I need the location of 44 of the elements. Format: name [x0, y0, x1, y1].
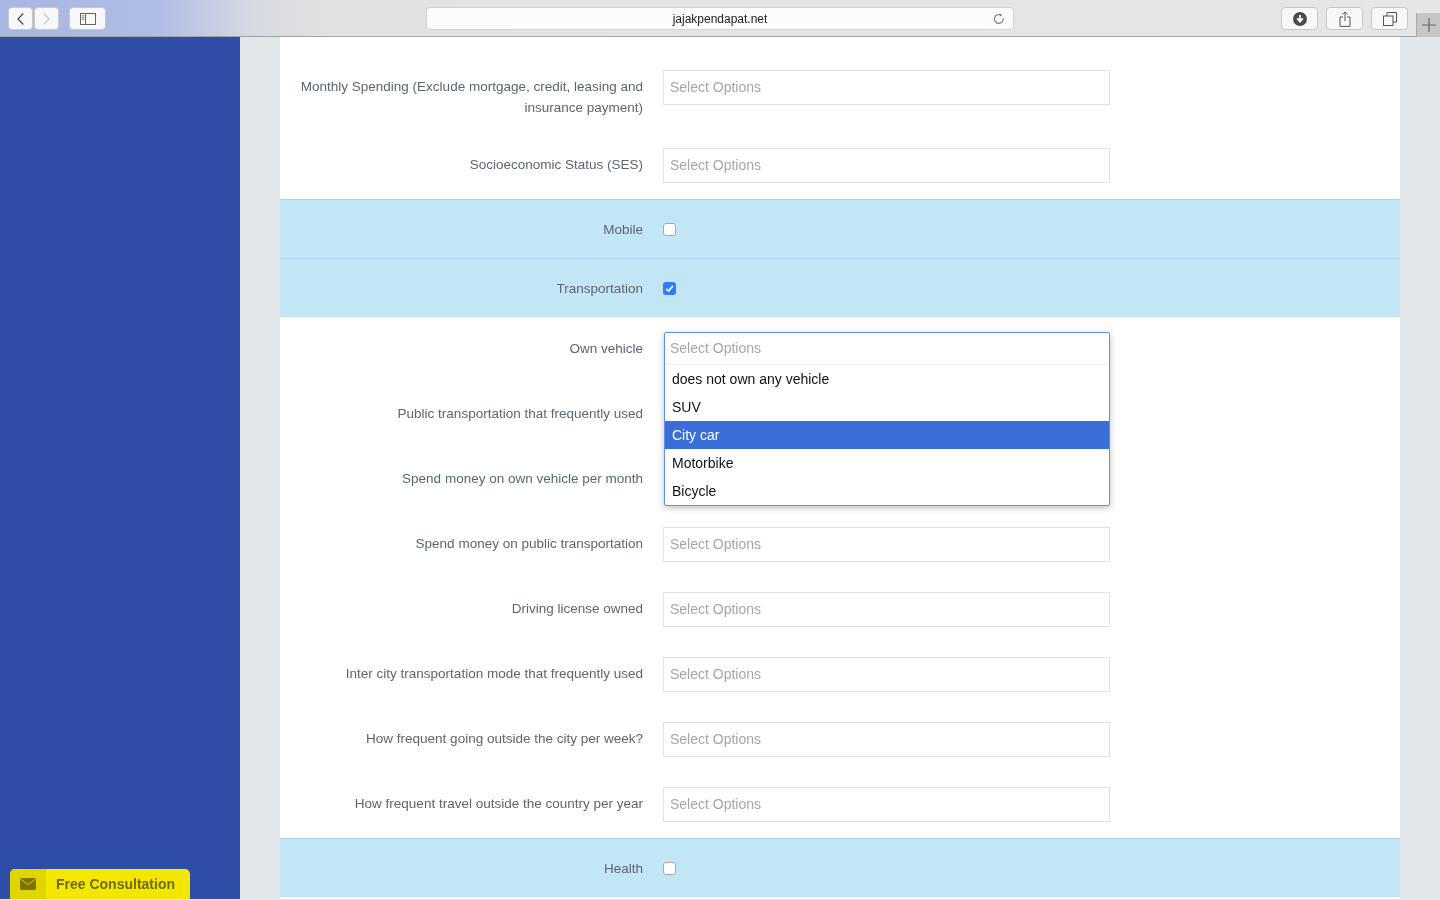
field-label: Spend money on public transportation	[415, 535, 643, 553]
field-label: Socioeconomic Status (SES)	[469, 156, 643, 174]
field-label: How frequent travel outside the country per year	[354, 795, 643, 813]
category-label: Mobile	[603, 220, 643, 239]
field-label: Inter city transportation mode that frequently used	[345, 665, 643, 683]
plus-icon	[1421, 18, 1436, 32]
select-field[interactable]: Select Options	[663, 70, 1110, 105]
select-field[interactable]: Select Options	[663, 592, 1110, 627]
field-label: Driving license owned	[511, 600, 643, 618]
new-tab-button[interactable]	[1416, 13, 1440, 37]
category-label: Health	[603, 859, 643, 878]
sidebar-toggle-button[interactable]	[69, 7, 106, 30]
download-button[interactable]	[1281, 7, 1318, 30]
download-icon	[1292, 11, 1307, 26]
select-field[interactable]: Select Options	[663, 787, 1110, 822]
field-label: Public transportation that frequently used	[397, 405, 643, 423]
select-field[interactable]: Select Options	[665, 333, 1109, 365]
tabs-button[interactable]	[1371, 7, 1408, 30]
field-label: Monthly Spending (Exclude mortgage, credit, leasing and insurance payment)	[299, 78, 643, 117]
free-consultation-button[interactable]: Free Consultation	[10, 869, 190, 899]
select-field[interactable]: Select Options	[663, 527, 1110, 562]
field-label: How frequent going outside the city per week?	[366, 730, 643, 748]
checkbox[interactable]	[663, 281, 676, 295]
category-label: Transportation	[556, 279, 643, 298]
share-button[interactable]	[1326, 7, 1363, 30]
back-button[interactable]	[8, 7, 33, 30]
field-label: Own vehicle	[569, 340, 643, 358]
dropdown-option[interactable]: Bicycle	[665, 477, 1109, 505]
envelope-icon	[10, 869, 46, 899]
select-field[interactable]: Select Options	[663, 722, 1110, 757]
select-field[interactable]: Select Options	[663, 657, 1110, 692]
field-label: Spend money on own vehicle per month	[402, 470, 643, 488]
address-bar[interactable]: jajakpendapat.net	[426, 7, 1014, 30]
checkbox[interactable]	[663, 861, 676, 875]
select-field[interactable]: Select Options	[663, 148, 1110, 183]
dropdown-option[interactable]: does not own any vehicle	[665, 365, 1109, 393]
dropdown-option[interactable]: City car	[665, 421, 1109, 449]
share-icon	[1338, 10, 1351, 27]
sidebar-icon	[79, 12, 96, 25]
checkbox[interactable]	[663, 222, 676, 236]
reload-icon[interactable]	[993, 12, 1005, 25]
dropdown-option[interactable]: SUV	[665, 393, 1109, 421]
dropdown-option[interactable]: Motorbike	[665, 449, 1109, 477]
tabs-icon	[1382, 11, 1397, 26]
